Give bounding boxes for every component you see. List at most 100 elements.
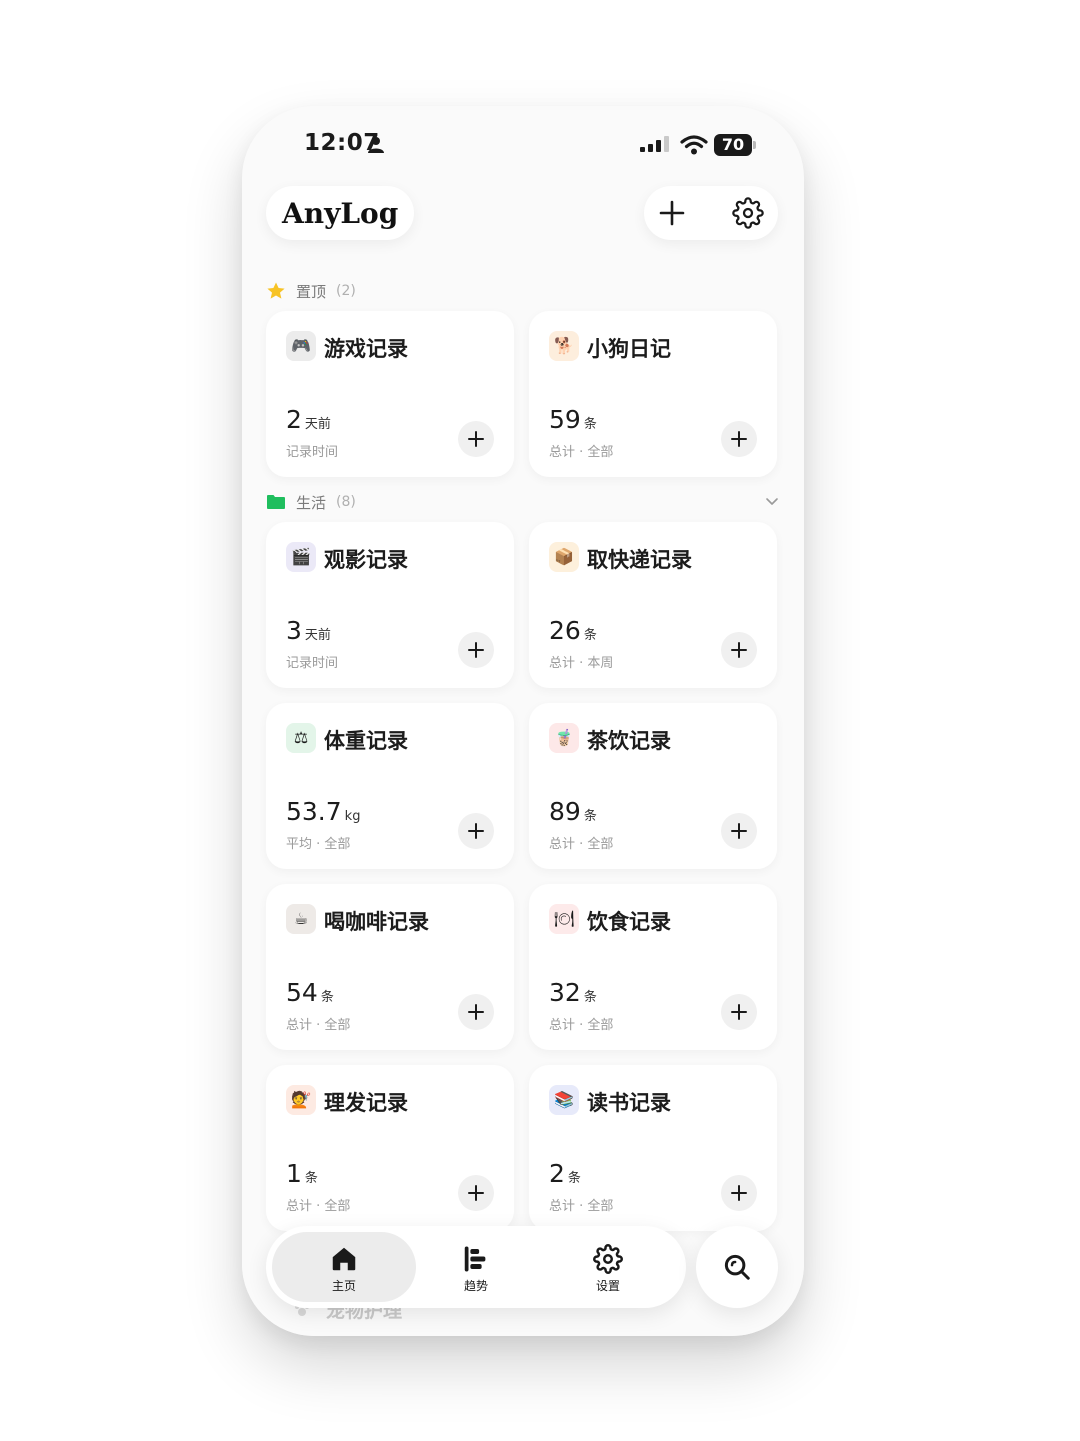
section-life[interactable]: 生活 (8) — [266, 487, 780, 517]
plus-icon — [731, 642, 747, 658]
value-number: 89 — [549, 797, 581, 826]
add-entry-button[interactable] — [721, 813, 757, 849]
app-logo: AnyLog — [266, 186, 415, 240]
card-value: 59 条 — [549, 405, 597, 434]
card-title: 观影记录 — [324, 548, 408, 572]
add-entry-button[interactable] — [458, 813, 494, 849]
tab-label: 主页 — [331, 1279, 356, 1293]
value-number: 59 — [549, 405, 581, 434]
value-unit: 条 — [583, 628, 597, 643]
card-caption: 平均 · 全部 — [286, 837, 351, 852]
card-value: 1条 — [286, 1159, 318, 1188]
card-title: 读书记录 — [587, 1091, 671, 1115]
record-card[interactable]: 🎮 游戏记录 2 天前记录时间 — [266, 311, 514, 477]
card-caption: 记录时间 — [286, 656, 339, 671]
card-emoji-icon: 💇 — [286, 1085, 316, 1115]
card-title: 茶饮记录 — [587, 729, 671, 753]
add-entry-button[interactable] — [721, 1175, 757, 1211]
plus-icon — [468, 431, 484, 447]
value-unit: kg — [344, 809, 361, 824]
card-emoji-icon: 🍽 — [549, 904, 579, 934]
tab-home[interactable]: 主页 — [272, 1232, 416, 1302]
add-entry-button[interactable] — [721, 421, 757, 457]
value-unit: 条 — [583, 990, 597, 1005]
card-emoji-icon: 🧋 — [549, 723, 579, 753]
card-value: 2 天前 — [286, 405, 331, 434]
card-emoji-icon: 📦 — [549, 542, 579, 572]
record-card[interactable]: 📚 读书记录 2 条总计 · 全部 — [529, 1065, 777, 1231]
section-title: 生活 — [296, 493, 327, 512]
tab-bar: 主页 趋势 设置 — [266, 1226, 686, 1308]
value-number: 2 — [286, 405, 302, 434]
wifi-icon — [680, 135, 708, 155]
value-unit: 条 — [583, 417, 597, 432]
card-title: 理发记录 — [324, 1091, 408, 1115]
value-unit: 天前 — [304, 628, 331, 643]
header-actions — [644, 186, 778, 240]
add-entry-button[interactable] — [458, 632, 494, 668]
tab-label: 趋势 — [463, 1279, 488, 1293]
battery-level: 70 — [721, 135, 745, 154]
card-value: 3 天前 — [286, 616, 331, 645]
add-entry-button[interactable] — [458, 421, 494, 457]
app-title: AnyLog — [282, 196, 399, 230]
card-value: 89 条 — [549, 797, 597, 826]
card-emoji-icon: ☕ — [286, 904, 316, 934]
card-value: 53.7 kg — [286, 797, 360, 826]
add-icon[interactable] — [658, 199, 686, 227]
card-caption: 总计 · 全部 — [549, 1199, 614, 1214]
chevron-down-icon[interactable] — [764, 493, 780, 509]
value-unit: 条 — [320, 990, 334, 1005]
tab-trends[interactable]: 趋势 — [404, 1232, 548, 1302]
settings-gear-icon[interactable] — [732, 197, 764, 229]
card-caption: 总计 · 全部 — [549, 445, 614, 460]
person-icon — [368, 137, 384, 153]
card-title: 取快递记录 — [587, 548, 692, 572]
card-title: 游戏记录 — [324, 337, 408, 361]
plus-icon — [731, 1185, 747, 1201]
value-unit: 条 — [583, 809, 597, 824]
value-number: 3 — [286, 616, 302, 645]
tab-settings[interactable]: 设置 — [536, 1232, 680, 1302]
value-number: 54 — [286, 978, 318, 1007]
battery-icon: 70 — [714, 134, 756, 156]
record-card[interactable]: 🍽 饮食记录 32 条总计 · 全部 — [529, 884, 777, 1050]
record-card[interactable]: 💇 理发记录 1 条总计 · 全部 — [266, 1065, 514, 1231]
value-unit: 条 — [304, 1171, 318, 1186]
card-title: 体重记录 — [324, 729, 408, 753]
card-caption: 总计 · 全部 — [549, 837, 614, 852]
star-icon — [267, 282, 285, 299]
record-card[interactable]: 📦 取快递记录 26 条总计 · 本周 — [529, 522, 777, 688]
add-entry-button[interactable] — [721, 632, 757, 668]
plus-icon — [731, 431, 747, 447]
plus-icon — [731, 1004, 747, 1020]
card-title: 喝咖啡记录 — [324, 910, 429, 934]
record-card[interactable]: ☕ 喝咖啡记录 54 条总计 · 全部 — [266, 884, 514, 1050]
value-number: 26 — [549, 616, 581, 645]
home-icon — [332, 1247, 356, 1271]
value-number: 53.7 — [286, 797, 342, 826]
add-entry-button[interactable] — [458, 1175, 494, 1211]
gear-icon — [593, 1244, 623, 1274]
card-caption: 总计 · 全部 — [286, 1018, 351, 1033]
plus-icon — [468, 823, 484, 839]
add-entry-button[interactable] — [458, 994, 494, 1030]
record-card[interactable]: 🎬 观影记录 3 天前记录时间 — [266, 522, 514, 688]
card-emoji-icon: 🎬 — [286, 542, 316, 572]
card-emoji-icon: 🎮 — [286, 331, 316, 361]
add-entry-button[interactable] — [721, 994, 757, 1030]
record-card[interactable]: 🐕 小狗日记 59 条总计 · 全部 — [529, 311, 777, 477]
value-number: 32 — [549, 978, 581, 1007]
record-card[interactable]: ⚖ 体重记录 53.7 kg 平均 · 全部 — [266, 703, 514, 869]
value-number: 1 — [286, 1159, 302, 1188]
search-button[interactable] — [696, 1226, 778, 1308]
status-bar: 12:07 70 — [242, 106, 804, 186]
card-caption: 记录时间 — [286, 445, 339, 460]
card-emoji-icon: ⚖ — [286, 723, 316, 753]
plus-icon — [731, 823, 747, 839]
card-value: 54 条 — [286, 978, 334, 1007]
card-caption: 总计 · 本周 — [549, 656, 614, 671]
phone-frame: 12:07 70 AnyLog 置顶 (2) 生活 (8) 🎮 游戏记录 2 天… — [242, 106, 804, 1336]
card-value: 26 条 — [549, 616, 597, 645]
record-card[interactable]: 🧋 茶饮记录 89 条总计 · 全部 — [529, 703, 777, 869]
